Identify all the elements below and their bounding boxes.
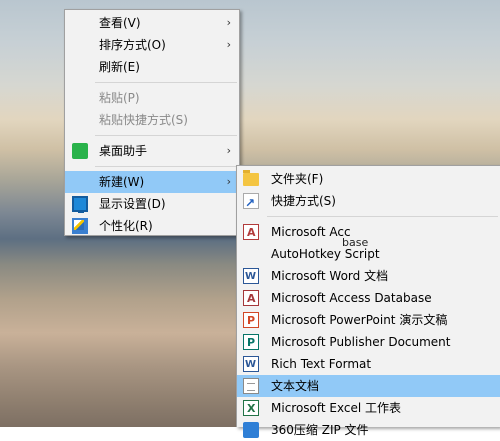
menu-separator — [95, 135, 237, 136]
autohotkey-icon — [243, 246, 259, 262]
access-database-icon — [243, 288, 259, 309]
submenu-item-folder[interactable]: 文件夹(F) — [237, 168, 500, 190]
submenu-item-shortcut[interactable]: 快捷方式(S) — [237, 190, 500, 212]
desktop-assistant-icon — [72, 143, 88, 159]
chevron-right-icon: › — [226, 16, 231, 29]
chevron-right-icon: › — [226, 144, 231, 157]
submenu-item-label: 快捷方式(S) — [271, 194, 336, 208]
submenu-item-label: Microsoft PowerPoint 演示文稿 — [271, 313, 448, 327]
submenu-item-autohotkey[interactable]: AutoHotkey Script — [237, 243, 500, 265]
submenu-item-powerpoint[interactable]: Microsoft PowerPoint 演示文稿 — [237, 309, 500, 331]
menu-item-paste-shortcut: 粘贴快捷方式(S) — [65, 109, 239, 131]
menu-item-label: 排序方式(O) — [99, 38, 166, 52]
menu-item-label: 显示设置(D) — [99, 197, 166, 211]
submenu-item-label: 文件夹(F) — [271, 172, 324, 186]
menu-item-label: 粘贴快捷方式(S) — [99, 113, 188, 127]
menu-item-view[interactable]: 查看(V) › — [65, 12, 239, 34]
submenu-item-access[interactable]: Microsoft Acc — [237, 221, 500, 243]
word-icon — [243, 266, 259, 287]
chevron-right-icon: › — [226, 175, 231, 188]
personalize-icon — [72, 218, 88, 234]
submenu-item-publisher[interactable]: Microsoft Publisher Document — [237, 331, 500, 353]
submenu-item-label: Microsoft Word 文档 — [271, 269, 389, 283]
menu-separator — [95, 166, 237, 167]
submenu-item-label: 文本文档 — [271, 379, 320, 393]
menu-item-label: 新建(W) — [99, 175, 145, 189]
submenu-item-label: AutoHotkey Script — [271, 247, 380, 261]
overlay-text-fragment: base — [342, 236, 369, 249]
submenu-item-label: Rich Text Format — [271, 357, 372, 371]
submenu-item-label: Microsoft Excel 工作表 — [271, 401, 402, 415]
new-submenu: 文件夹(F) 快捷方式(S) Microsoft Acc AutoHotkey … — [236, 165, 500, 438]
submenu-item-rich-text[interactable]: Rich Text Format — [237, 353, 500, 375]
menu-item-label: 个性化(R) — [99, 219, 153, 233]
chevron-right-icon: › — [226, 38, 231, 51]
submenu-item-label: Microsoft Access Database — [271, 291, 432, 305]
menu-item-sort[interactable]: 排序方式(O) › — [65, 34, 239, 56]
publisher-icon — [243, 332, 259, 353]
menu-item-refresh[interactable]: 刷新(E) — [65, 56, 239, 78]
display-settings-icon — [72, 196, 88, 213]
submenu-item-label: 360压缩 ZIP 文件 — [271, 423, 369, 437]
menu-item-label: 刷新(E) — [99, 60, 140, 74]
menu-item-display-settings[interactable]: 显示设置(D) — [65, 193, 239, 215]
powerpoint-icon — [243, 310, 259, 331]
submenu-item-word[interactable]: Microsoft Word 文档 — [237, 265, 500, 287]
submenu-item-label: Microsoft Acc — [271, 225, 351, 239]
menu-separator — [267, 216, 498, 217]
access-icon — [243, 222, 259, 243]
zip-icon — [243, 422, 259, 438]
folder-icon — [243, 170, 259, 186]
menu-item-new[interactable]: 新建(W) › — [65, 171, 239, 193]
submenu-item-zip[interactable]: 360压缩 ZIP 文件 — [237, 419, 500, 441]
menu-item-paste: 粘贴(P) — [65, 87, 239, 109]
excel-icon — [243, 398, 259, 419]
menu-item-label: 桌面助手 — [99, 144, 148, 158]
rich-text-icon — [243, 354, 259, 375]
submenu-item-text-document[interactable]: 文本文档 — [237, 375, 500, 397]
menu-item-personalize[interactable]: 个性化(R) — [65, 215, 239, 237]
menu-item-label: 查看(V) — [99, 16, 141, 30]
context-menu: 查看(V) › 排序方式(O) › 刷新(E) 粘贴(P) 粘贴快捷方式(S) … — [64, 9, 240, 236]
text-document-icon — [243, 378, 259, 394]
submenu-item-access-database[interactable]: Microsoft Access Database — [237, 287, 500, 309]
menu-item-label: 粘贴(P) — [99, 91, 140, 105]
menu-separator — [95, 82, 237, 83]
submenu-item-excel[interactable]: Microsoft Excel 工作表 — [237, 397, 500, 419]
submenu-item-label: Microsoft Publisher Document — [271, 335, 451, 349]
shortcut-icon — [243, 192, 259, 212]
menu-item-desktop-assistant[interactable]: 桌面助手 › — [65, 140, 239, 162]
